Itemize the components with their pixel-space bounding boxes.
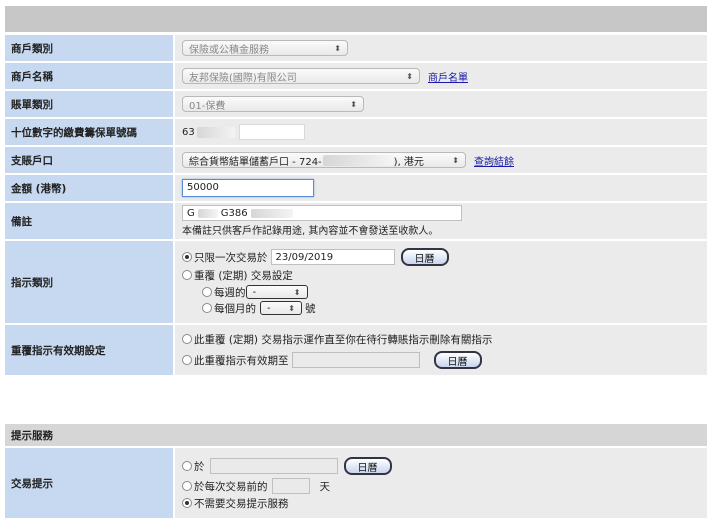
chevron-updown-icon: ⬍ bbox=[293, 287, 301, 297]
day-of-month-select[interactable]: - ⬍ bbox=[260, 301, 302, 315]
page-header-bar bbox=[5, 6, 707, 32]
bill-type-select[interactable]: 01-保費 ⬍ bbox=[182, 96, 364, 112]
remarks-input[interactable]: G G386 bbox=[182, 205, 462, 221]
reminder-row: 交易提示 於 日曆 於每次交易前的 天 不需要交易提示服務 bbox=[5, 448, 707, 518]
merchant-name-label: 商戶名稱 bbox=[5, 63, 173, 89]
merchant-type-select[interactable]: 保險或公積金服務 ⬍ bbox=[182, 40, 348, 56]
reminder-days-radio[interactable] bbox=[182, 481, 192, 491]
once-option: 只限一次交易於 23/09/2019 日曆 bbox=[182, 248, 707, 266]
once-date-input[interactable]: 23/09/2019 bbox=[270, 249, 395, 265]
amount-input[interactable]: 50000 bbox=[182, 179, 314, 197]
debit-account-row: 支賬戶口 綜合貨幣結單儲蓄戶口 - 724- ), 港元 ⬍ 查詢結餘 bbox=[5, 147, 707, 173]
remarks-row: 備註 G G386 本備註只供客戶作記錄用途, 其內容並不會發送至收款人。 bbox=[5, 203, 707, 239]
no-reminder-radio[interactable] bbox=[182, 498, 192, 508]
instruction-type-label: 指示類別 bbox=[5, 241, 173, 323]
weekly-radio[interactable] bbox=[202, 287, 212, 297]
debit-account-select[interactable]: 綜合貨幣結單儲蓄戶口 - 724- ), 港元 ⬍ bbox=[182, 152, 466, 168]
reminder-date-input[interactable] bbox=[209, 458, 338, 474]
monthly-option: 每個月的 - ⬍ 號 bbox=[182, 300, 707, 316]
recurring-option: 重覆 (定期) 交易設定 bbox=[182, 266, 707, 284]
payment-form: 商戶類別 保險或公積金服務 ⬍ 商戶名稱 友邦保險(國際)有限公司 ⬍ 商戶名單… bbox=[5, 33, 707, 377]
merchant-type-row: 商戶類別 保險或公積金服務 ⬍ bbox=[5, 35, 707, 61]
bill-type-row: 賬單類別 01-保費 ⬍ bbox=[5, 91, 707, 117]
check-balance-link[interactable]: 查詢結餘 bbox=[474, 153, 514, 168]
validity-row: 重覆指示有效期設定 此重覆 (定期) 交易指示運作直至你在待行轉賬指示刪除有關指… bbox=[5, 325, 707, 375]
until-deleted-radio[interactable] bbox=[182, 334, 192, 344]
instruction-type-row: 指示類別 只限一次交易於 23/09/2019 日曆 重覆 (定期) 交易設定 … bbox=[5, 241, 707, 323]
amount-row: 金額 (港幣) 50000 bbox=[5, 175, 707, 201]
calendar-button[interactable]: 日曆 bbox=[400, 248, 449, 266]
debit-account-label: 支賬戶口 bbox=[5, 147, 173, 173]
validity-option-until-deleted: 此重覆 (定期) 交易指示運作直至你在待行轉賬指示刪除有關指示 bbox=[182, 329, 707, 349]
once-radio[interactable] bbox=[182, 252, 192, 262]
reminder-days-input[interactable] bbox=[271, 478, 310, 494]
validity-option-until-date: 此重覆指示有效期至 日曆 bbox=[182, 349, 707, 371]
amount-label: 金額 (港幣) bbox=[5, 175, 173, 201]
weekday-select[interactable]: - ⬍ bbox=[245, 285, 308, 299]
policy-number-label: 十位數字的繳費籌保單號碼 bbox=[5, 119, 173, 145]
reminder-option-none: 不需要交易提示服務 bbox=[182, 495, 707, 511]
calendar-button[interactable]: 日曆 bbox=[343, 457, 392, 475]
chevron-updown-icon: ⬍ bbox=[406, 71, 413, 81]
validity-date-input[interactable] bbox=[291, 352, 420, 368]
reminder-option-on-date: 於 日曆 bbox=[182, 455, 707, 477]
chevron-updown-icon: ⬍ bbox=[334, 43, 341, 53]
chevron-updown-icon: ⬍ bbox=[452, 155, 459, 165]
redacted-text bbox=[197, 208, 218, 218]
reminder-label: 交易提示 bbox=[5, 448, 173, 518]
redacted-text bbox=[322, 154, 393, 166]
recurring-radio[interactable] bbox=[182, 270, 192, 280]
policy-number-value: 63 bbox=[182, 126, 195, 138]
until-date-radio[interactable] bbox=[182, 355, 192, 365]
remarks-note: 本備註只供客戶作記錄用途, 其內容並不會發送至收款人。 bbox=[182, 226, 439, 237]
reminder-option-days-before: 於每次交易前的 天 bbox=[182, 477, 707, 495]
redacted-text bbox=[196, 126, 235, 138]
chevron-updown-icon: ⬍ bbox=[288, 303, 295, 313]
merchant-list-link[interactable]: 商戶名單 bbox=[428, 69, 468, 84]
redacted-text bbox=[250, 208, 293, 218]
bill-type-label: 賬單類別 bbox=[5, 91, 173, 117]
weekly-option: 每週的 - ⬍ bbox=[182, 284, 707, 300]
merchant-type-label: 商戶類別 bbox=[5, 35, 173, 61]
chevron-updown-icon: ⬍ bbox=[350, 99, 357, 109]
merchant-name-select[interactable]: 友邦保險(國際)有限公司 ⬍ bbox=[182, 68, 420, 84]
policy-number-row: 十位數字的繳費籌保單號碼 63 bbox=[5, 119, 707, 145]
merchant-name-row: 商戶名稱 友邦保險(國際)有限公司 ⬍ 商戶名單 bbox=[5, 63, 707, 89]
remarks-label: 備註 bbox=[5, 203, 173, 239]
reminder-form: 交易提示 於 日曆 於每次交易前的 天 不需要交易提示服務 bbox=[5, 448, 707, 518]
validity-label: 重覆指示有效期設定 bbox=[5, 325, 173, 375]
calendar-button[interactable]: 日曆 bbox=[433, 351, 482, 369]
monthly-radio[interactable] bbox=[202, 303, 212, 313]
reminder-section-header: 提示服務 bbox=[5, 424, 707, 446]
reminder-date-radio[interactable] bbox=[182, 461, 192, 471]
policy-number-input[interactable] bbox=[238, 124, 305, 140]
